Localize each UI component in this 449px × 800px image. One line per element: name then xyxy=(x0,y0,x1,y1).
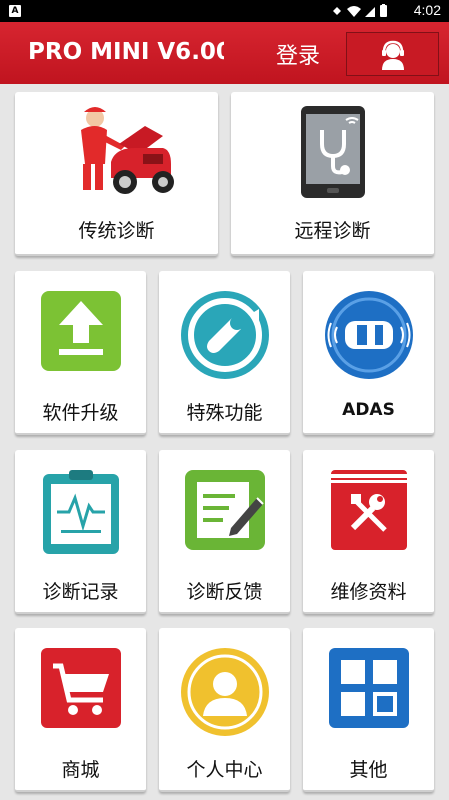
status-icons xyxy=(333,4,387,17)
tile-label: ADAS xyxy=(342,400,395,420)
mechanic-car-icon xyxy=(80,107,174,194)
tile-label: 个人中心 xyxy=(186,759,263,781)
tile-label: 维修资料 xyxy=(330,581,407,603)
app-bar: PRO MINI V6.00 登录 xyxy=(0,22,449,84)
user-headset-icon xyxy=(382,40,404,70)
wifi-icon xyxy=(347,6,361,17)
cellular-icon xyxy=(365,7,375,17)
signal-diamond-icon xyxy=(333,7,341,15)
clipboard-wave-icon xyxy=(42,470,119,554)
repair-book-icon xyxy=(330,470,407,550)
tile-repair-info[interactable]: 维修资料 xyxy=(303,450,434,614)
tile-special-functions[interactable]: 特殊功能 xyxy=(159,271,290,435)
tile-other[interactable]: 其他 xyxy=(303,628,434,792)
tile-diagnosis-records[interactable]: 诊断记录 xyxy=(15,450,146,614)
tile-diagnosis-feedback[interactable]: 诊断反馈 xyxy=(159,450,290,614)
wrench-refresh-icon xyxy=(180,291,269,379)
car-sensor-icon xyxy=(324,291,413,379)
tile-traditional-diagnosis[interactable]: 传统诊断 xyxy=(15,92,218,256)
tile-label: 商城 xyxy=(61,759,100,781)
tile-adas[interactable]: ADAS xyxy=(303,271,434,435)
person-circle-icon xyxy=(180,648,269,736)
app-title: PRO MINI V6.00 xyxy=(28,39,224,65)
tile-label: 诊断记录 xyxy=(42,581,119,603)
tile-label: 特殊功能 xyxy=(186,402,263,424)
battery-icon xyxy=(380,4,387,17)
tile-remote-diagnosis[interactable]: 远程诊断 xyxy=(231,92,434,256)
grid-icon xyxy=(328,648,409,728)
edit-note-icon xyxy=(184,470,265,550)
tile-personal-center[interactable]: 个人中心 xyxy=(159,628,290,792)
notification-indicator: A xyxy=(9,5,21,17)
tile-label: 诊断反馈 xyxy=(186,581,263,603)
shopping-cart-icon xyxy=(40,648,121,728)
tablet-stethoscope-icon xyxy=(300,106,365,198)
user-account-button[interactable] xyxy=(346,32,439,76)
tile-label: 远程诊断 xyxy=(294,220,371,242)
status-time: 4:02 xyxy=(413,2,441,18)
tile-label: 传统诊断 xyxy=(78,220,155,242)
login-button[interactable]: 登录 xyxy=(276,38,320,70)
upload-icon xyxy=(40,291,121,371)
tile-label: 其他 xyxy=(349,759,388,781)
tile-software-upgrade[interactable]: 软件升级 xyxy=(15,271,146,435)
status-bar: A 4:02 xyxy=(0,0,449,22)
tile-mall[interactable]: 商城 xyxy=(15,628,146,792)
tile-label: 软件升级 xyxy=(42,402,119,424)
